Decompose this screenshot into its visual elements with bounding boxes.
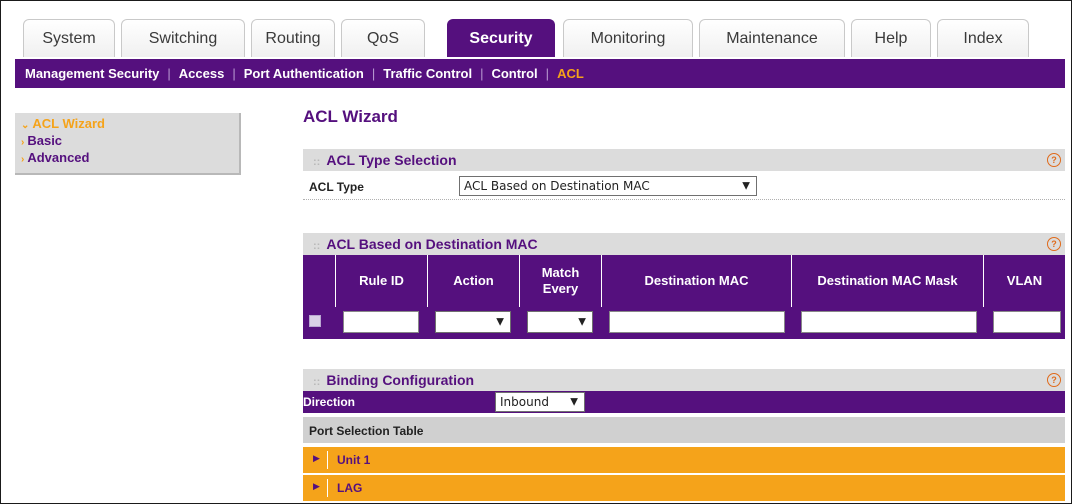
column-destination-mac-mask: Destination MAC Mask bbox=[791, 255, 983, 307]
tab-maintenance[interactable]: Maintenance bbox=[699, 19, 845, 57]
acl-type-section-header: :: ACL Type Selection ? bbox=[303, 149, 1065, 171]
action-select[interactable]: ▼ bbox=[435, 311, 511, 333]
acl-type-label: ACL Type bbox=[309, 180, 364, 194]
column-action: Action bbox=[427, 255, 519, 307]
destination-mac-input[interactable] bbox=[609, 311, 785, 333]
leftnav-basic[interactable]: › Basic bbox=[21, 132, 233, 149]
subnav-separator: | bbox=[167, 66, 171, 81]
help-icon[interactable]: ? bbox=[1047, 153, 1061, 167]
direction-value: Inbound bbox=[500, 395, 549, 409]
acl-type-select[interactable]: ACL Based on Destination MAC ▼ bbox=[459, 176, 757, 196]
port-selection-table-header: Port Selection Table bbox=[303, 417, 1065, 443]
column-match-every: Match Every bbox=[519, 255, 601, 307]
leftnav-label: Advanced bbox=[27, 150, 90, 165]
chevron-right-icon: › bbox=[21, 154, 25, 165]
leftnav-advanced[interactable]: › Advanced bbox=[21, 149, 233, 166]
tab-monitoring[interactable]: Monitoring bbox=[563, 19, 693, 57]
rule-id-input[interactable] bbox=[343, 311, 419, 333]
tab-qos[interactable]: QoS bbox=[341, 19, 425, 57]
direction-select[interactable]: Inbound ▼ bbox=[495, 392, 585, 412]
port-row-lag[interactable]: ▶ LAG bbox=[303, 475, 1065, 501]
mac-table-header: Rule ID Action Match Every Destination M… bbox=[303, 255, 1065, 307]
acl-type-row: ACL Type ACL Based on Destination MAC ▼ bbox=[303, 173, 1065, 200]
destination-mac-mask-input[interactable] bbox=[801, 311, 977, 333]
column-rule-id: Rule ID bbox=[335, 255, 427, 307]
subnav-separator: | bbox=[232, 66, 236, 81]
binding-section-header: :: Binding Configuration ? bbox=[303, 369, 1065, 391]
tab-routing[interactable]: Routing bbox=[251, 19, 335, 57]
section-title: Binding Configuration bbox=[326, 372, 475, 388]
leftnav-label: Basic bbox=[27, 133, 63, 148]
chevron-right-icon: › bbox=[21, 137, 25, 148]
subnav-traffic-control[interactable]: Traffic Control bbox=[383, 66, 472, 81]
section-title: ACL Type Selection bbox=[326, 152, 457, 168]
acl-type-value: ACL Based on Destination MAC bbox=[464, 179, 650, 193]
expand-arrow-icon: ▶ bbox=[313, 454, 320, 464]
mac-table-input-row: ▼ ▼ bbox=[303, 307, 1065, 339]
port-selection-table-title: Port Selection Table bbox=[309, 424, 424, 438]
tab-help[interactable]: Help bbox=[851, 19, 931, 57]
subnav-acl[interactable]: ACL bbox=[557, 66, 584, 81]
port-row-unit-1[interactable]: ▶ Unit 1 bbox=[303, 447, 1065, 473]
port-row-label: LAG bbox=[337, 481, 363, 495]
divider bbox=[327, 451, 328, 469]
dropdown-arrow-icon: ▼ bbox=[496, 316, 504, 328]
subnav-separator: | bbox=[371, 66, 376, 81]
subnav-separator: | bbox=[480, 66, 484, 81]
help-icon[interactable]: ? bbox=[1047, 237, 1061, 251]
section-grip-icon: :: bbox=[313, 156, 321, 168]
chevron-down-icon: ⌄ bbox=[21, 120, 30, 131]
app-frame: System Switching Routing QoS Security Mo… bbox=[0, 0, 1072, 504]
subnav-access[interactable]: Access bbox=[179, 66, 225, 81]
section-title: ACL Based on Destination MAC bbox=[326, 236, 538, 252]
dropdown-arrow-icon: ▼ bbox=[742, 180, 750, 192]
vlan-input[interactable] bbox=[993, 311, 1061, 333]
direction-row: Direction Inbound ▼ bbox=[303, 391, 1065, 413]
expand-arrow-icon: ▶ bbox=[313, 482, 320, 492]
leftnav-acl-wizard[interactable]: ⌄ ACL Wizard bbox=[21, 115, 233, 132]
subnav-control[interactable]: Control bbox=[491, 66, 537, 81]
mac-section-header: :: ACL Based on Destination MAC ? bbox=[303, 233, 1065, 255]
dropdown-arrow-icon: ▼ bbox=[578, 316, 586, 328]
tab-security[interactable]: Security bbox=[447, 19, 555, 57]
column-destination-mac: Destination MAC bbox=[601, 255, 791, 307]
match-every-select[interactable]: ▼ bbox=[527, 311, 593, 333]
left-navigation: ⌄ ACL Wizard › Basic › Advanced bbox=[15, 113, 241, 175]
subnav-separator: | bbox=[545, 66, 550, 81]
page-title: ACL Wizard bbox=[303, 107, 398, 126]
select-column-header bbox=[303, 255, 335, 307]
subnav-port-authentication[interactable]: Port Authentication bbox=[244, 66, 364, 81]
dropdown-arrow-icon: ▼ bbox=[570, 396, 578, 408]
column-vlan: VLAN bbox=[983, 255, 1065, 307]
direction-label: Direction bbox=[303, 395, 356, 409]
leftnav-label: ACL Wizard bbox=[32, 116, 105, 131]
tab-switching[interactable]: Switching bbox=[121, 19, 245, 57]
tab-system[interactable]: System bbox=[23, 19, 115, 57]
subnav-management-security[interactable]: Management Security bbox=[25, 66, 159, 81]
port-row-label: Unit 1 bbox=[337, 453, 371, 467]
section-grip-icon: :: bbox=[313, 240, 321, 252]
tab-index[interactable]: Index bbox=[937, 19, 1029, 57]
top-tab-bar: System Switching Routing QoS Security Mo… bbox=[15, 19, 1065, 60]
sub-navigation: Management Security | Access | Port Auth… bbox=[15, 59, 1065, 88]
divider bbox=[327, 479, 328, 497]
row-select-checkbox[interactable] bbox=[309, 315, 321, 327]
help-icon[interactable]: ? bbox=[1047, 373, 1061, 387]
section-grip-icon: :: bbox=[313, 376, 321, 388]
